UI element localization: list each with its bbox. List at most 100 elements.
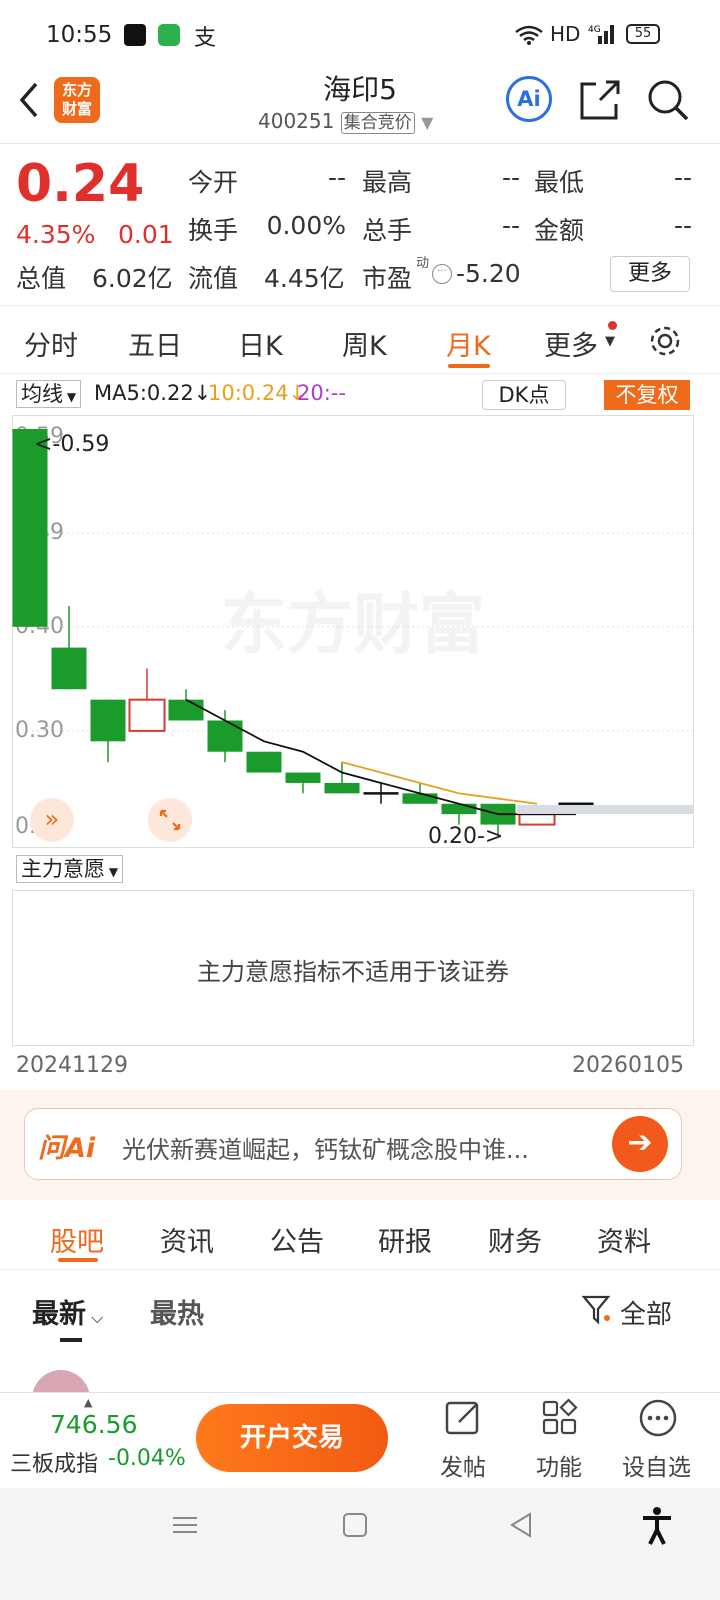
more-button[interactable]: 更多 (610, 256, 690, 292)
post-button-label[interactable]: 发帖 (440, 1448, 486, 1482)
fullscreen-icon[interactable] (148, 798, 192, 842)
tab-five-day[interactable]: 五日 (128, 324, 182, 363)
arrow-right-icon[interactable]: ➔ (612, 1116, 668, 1172)
change-amount: 0.01 (118, 220, 174, 249)
chevron-down-icon: ▼ (605, 334, 615, 349)
adjust-toggle-button[interactable]: 不复权 (604, 380, 690, 410)
sort-latest[interactable]: 最新 ⌵ (32, 1292, 103, 1331)
chevron-down-icon: ▼ (63, 390, 77, 404)
open-value: -- (327, 163, 346, 192)
ma5-readout: MA5:0.22↓ (94, 381, 212, 405)
tab-research[interactable]: 研报 (378, 1220, 432, 1259)
index-value[interactable]: 746.56 (50, 1410, 137, 1439)
chevron-down-icon: ▼ (105, 865, 119, 879)
float-cap-value: 4.45亿 (264, 264, 345, 293)
kline-chart[interactable]: 东方财富0.590.490.400.300.20<-0.590.20-> (12, 415, 694, 848)
network-label: HD (550, 22, 581, 46)
notification-dot (608, 321, 617, 330)
tab-intraday[interactable]: 分时 (24, 324, 78, 363)
high-label: 最高 (362, 168, 413, 197)
compose-icon[interactable] (444, 1398, 484, 1438)
ma-selector-label: 均线 (21, 382, 63, 406)
tab-profile[interactable]: 资料 (597, 1220, 651, 1259)
add-watchlist-label[interactable]: 设自选 (622, 1448, 691, 1482)
sort-hot[interactable]: 最热 (150, 1292, 204, 1331)
tab-announcements[interactable]: 公告 (270, 1220, 324, 1259)
volume-label: 总手 (362, 216, 413, 245)
more-dots-icon[interactable] (638, 1398, 678, 1438)
trade-button[interactable]: 开户交易 (196, 1404, 388, 1472)
candle-body (12, 429, 48, 627)
system-nav-bar (0, 1488, 720, 1600)
candle-body (168, 699, 204, 721)
home-icon[interactable] (340, 1510, 370, 1540)
settings-gear-icon[interactable] (646, 322, 684, 360)
price-band (517, 804, 694, 814)
ma-selector[interactable]: 均线 ▼ (16, 380, 82, 408)
filter-icon[interactable] (582, 1294, 612, 1326)
status-bar: 10:55 支 HD 4G 55 (0, 0, 720, 70)
turnover-value: 0.00% (266, 211, 346, 240)
accessibility-icon[interactable] (640, 1506, 674, 1546)
filter-all[interactable]: 全部 (620, 1294, 672, 1331)
tiktok-icon (124, 24, 146, 46)
apps-grid-icon[interactable] (540, 1398, 580, 1438)
chart-watermark: 东方财富 (221, 586, 485, 663)
change-percent: 4.35% (16, 220, 96, 249)
y-tick-label: 0.30 (15, 718, 64, 743)
pe-label: 市盈 (362, 264, 413, 293)
signal-icon: 4G (588, 25, 614, 44)
tab-forum[interactable]: 股吧 (50, 1220, 104, 1259)
stock-code-line[interactable]: 400251 集合竞价 ▼ (258, 108, 433, 134)
open-label: 今开 (188, 168, 239, 197)
index-name[interactable]: 三板成指 (10, 1446, 98, 1478)
high-value: -- (501, 163, 520, 192)
pe-value: -5.20 (456, 259, 521, 288)
indicator-selector[interactable]: 主力意愿 ▼ (16, 855, 124, 883)
active-tab-indicator (448, 364, 490, 368)
wifi-icon (515, 25, 543, 45)
tab-weekly-k[interactable]: 周K (342, 324, 387, 363)
status-time: 10:55 (46, 22, 113, 48)
tab-monthly-k[interactable]: 月K (446, 324, 491, 363)
chat-app-icon (158, 24, 180, 46)
menu-icon[interactable] (170, 1510, 200, 1540)
tab-daily-k[interactable]: 日K (238, 324, 283, 363)
alipay-icon: 支 (194, 26, 217, 51)
amount-value: -- (673, 211, 692, 240)
expand-left-icon[interactable]: » (30, 798, 74, 842)
candle-body (285, 772, 321, 783)
tab-news[interactable]: 资讯 (160, 1220, 214, 1259)
sort-latest-label: 最新 (32, 1299, 86, 1330)
indicator-selector-label: 主力意愿 (21, 857, 105, 881)
svg-text:4G: 4G (588, 25, 601, 35)
volume-value: -- (501, 211, 520, 240)
tab-financials[interactable]: 财务 (488, 1220, 542, 1259)
candle-body (128, 698, 166, 732)
tab-more[interactable]: 更多 (544, 324, 598, 363)
share-icon[interactable] (578, 78, 622, 122)
ma20-readout: 20:-- (297, 381, 346, 405)
function-button-label[interactable]: 功能 (536, 1448, 582, 1482)
auction-tag: 集合竞价 (340, 112, 415, 134)
high-price-label: <-0.59 (34, 432, 109, 457)
info-icon[interactable]: ··· (432, 264, 452, 284)
ai-suggestion-text[interactable]: 光伏新赛道崛起，钙钛矿概念股中谁... (122, 1130, 590, 1165)
date-end: 20260105 (572, 1053, 684, 1078)
ma10-readout: 10:0.24↓ (208, 381, 307, 405)
dk-point-button[interactable]: DK点 (482, 380, 566, 410)
chevron-down-icon: ⌵ (86, 1308, 104, 1327)
candle-body (207, 720, 243, 752)
date-start: 20241129 (16, 1053, 128, 1078)
float-cap-label: 流值 (188, 264, 239, 293)
back-nav-icon[interactable] (506, 1510, 536, 1540)
active-tab-indicator (58, 1258, 98, 1262)
ai-assistant-button[interactable]: Ai (506, 76, 552, 122)
candle-body (518, 813, 556, 826)
stock-code: 400251 (258, 109, 335, 133)
market-cap-value: 6.02亿 (92, 264, 173, 293)
ai-brand-logo: 问Ai (38, 1133, 96, 1164)
index-change: -0.04% (108, 1446, 186, 1471)
search-icon[interactable] (646, 78, 690, 122)
low-price-label: 0.20-> (428, 824, 503, 848)
